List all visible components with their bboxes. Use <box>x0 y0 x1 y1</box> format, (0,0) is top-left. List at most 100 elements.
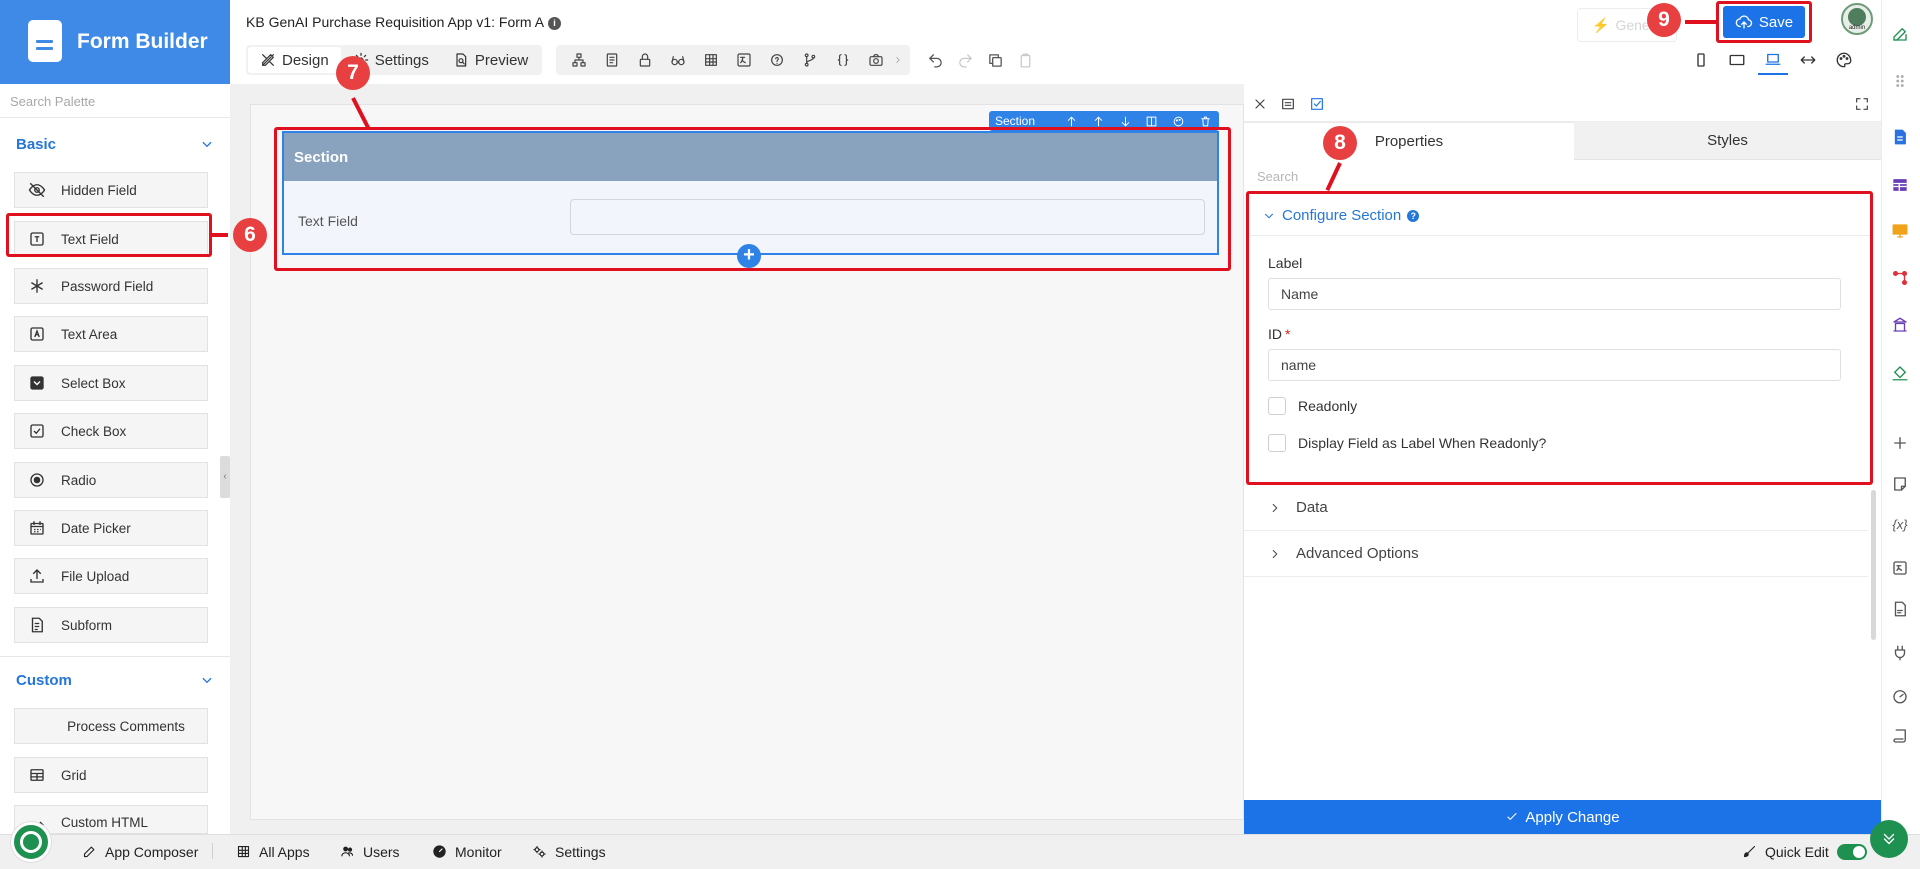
palette-item-text-area[interactable]: Text Area <box>14 316 208 352</box>
category-basic[interactable]: Basic <box>0 126 230 162</box>
palette-item-label: Radio <box>61 472 97 488</box>
tree-button[interactable] <box>562 45 595 75</box>
toolbar-more[interactable] <box>892 45 904 75</box>
scroll-down-button[interactable] <box>1870 820 1908 858</box>
arrow-up-icon <box>1067 116 1076 126</box>
palette-search-input[interactable]: Search Palette <box>0 84 230 118</box>
tab-styles[interactable]: Styles <box>1574 122 1881 160</box>
palette-item-password-field[interactable]: Password Field <box>14 268 208 304</box>
bottom-settings[interactable]: Settings <box>532 834 606 869</box>
permission-button[interactable] <box>628 45 661 75</box>
rail-drag-handle[interactable] <box>1887 68 1913 94</box>
paste-button[interactable] <box>1010 45 1040 75</box>
review-button[interactable] <box>661 45 694 75</box>
close-properties-button[interactable] <box>1250 94 1270 114</box>
quick-edit-toggle[interactable]: Quick Edit <box>1742 834 1867 869</box>
tab-design[interactable]: Design <box>248 47 341 73</box>
camera-icon <box>868 54 883 66</box>
palette-item-subform[interactable]: Subform <box>14 607 208 643</box>
laptop-icon <box>1765 53 1781 65</box>
properties-scrollbar[interactable] <box>1871 490 1876 640</box>
palette-item-hidden-field[interactable]: Hidden Field <box>14 172 208 208</box>
theme-button[interactable] <box>1829 45 1859 75</box>
rail-theme-button[interactable] <box>1887 360 1913 386</box>
avatar[interactable]: admin <box>1841 3 1873 35</box>
properties-search-input[interactable]: Search <box>1257 169 1298 184</box>
plug-icon <box>1894 645 1906 661</box>
rail-add-button[interactable] <box>1887 430 1913 456</box>
toggle-switch[interactable] <box>1836 843 1867 860</box>
properties-button[interactable] <box>595 45 628 75</box>
rail-lists-button[interactable] <box>1887 172 1913 198</box>
undo-button[interactable] <box>920 45 950 75</box>
close-icon <box>1255 99 1265 109</box>
data-accordion[interactable]: Data <box>1244 485 1868 531</box>
table-button[interactable] <box>694 45 727 75</box>
palette-item-label: Custom HTML <box>61 815 149 830</box>
tab-preview[interactable]: Preview <box>441 47 540 73</box>
validate-button[interactable] <box>1307 94 1327 114</box>
bottom-item-label: Monitor <box>455 843 502 860</box>
redo-button[interactable] <box>950 45 980 75</box>
accordion-label: Advanced Options <box>1296 545 1419 562</box>
info-icon[interactable]: i <box>548 17 562 30</box>
collapse-sidebar-handle[interactable]: ‹ <box>220 456 230 498</box>
rail-api-button[interactable] <box>1887 312 1913 338</box>
translate-button[interactable] <box>727 45 760 75</box>
rail-edit-button[interactable] <box>1887 21 1913 47</box>
file-icon <box>1894 601 1906 617</box>
device-mobile-button[interactable] <box>1686 45 1716 75</box>
avatar-label: admin <box>1848 25 1866 31</box>
apply-change-button[interactable]: Apply Change <box>1244 800 1881 834</box>
highlight-configure-section <box>1246 191 1873 485</box>
advanced-options-accordion[interactable]: Advanced Options <box>1244 531 1868 577</box>
field-settings-button[interactable] <box>1278 94 1298 114</box>
palette-item-select-box[interactable]: Select Box <box>14 365 208 401</box>
palette-item-radio[interactable]: Radio <box>14 462 208 498</box>
asterisk-icon <box>27 276 47 296</box>
bottom-monitor[interactable]: Monitor <box>432 834 502 869</box>
field-icon <box>1282 98 1294 110</box>
screenshot-button[interactable] <box>859 45 892 75</box>
rail-process-button[interactable] <box>1887 265 1913 291</box>
highlight-save-button <box>1716 1 1812 43</box>
rail-forms-button[interactable] <box>1887 124 1913 150</box>
palette-item-check-box[interactable]: Check Box <box>14 413 208 449</box>
full-width-button[interactable] <box>1793 45 1823 75</box>
bottom-app-composer[interactable]: App Composer <box>82 834 198 869</box>
app-logo[interactable] <box>11 822 51 862</box>
mobile-icon <box>1697 53 1705 67</box>
palette-item-file-upload[interactable]: File Upload <box>14 558 208 594</box>
bottom-users[interactable]: Users <box>340 834 400 869</box>
rail-plugin-button[interactable] <box>1887 640 1913 666</box>
json-button[interactable] <box>826 45 859 75</box>
monitor-icon <box>1892 224 1908 238</box>
rail-file-button[interactable] <box>1887 596 1913 622</box>
expand-panel-button[interactable] <box>1852 94 1872 114</box>
rail-logs-button[interactable] <box>1887 723 1913 749</box>
palette-item-date-picker[interactable]: Date Picker <box>14 510 208 546</box>
device-laptop-button[interactable] <box>1758 45 1788 75</box>
tab-properties[interactable]: Properties <box>1244 122 1574 160</box>
variable-icon[interactable]: {x} <box>1887 511 1913 537</box>
palette-item-process-comments[interactable]: Process Comments <box>14 708 208 744</box>
rail-notes-button[interactable] <box>1887 471 1913 497</box>
gauge-icon <box>433 845 446 858</box>
form-icon <box>1894 129 1906 145</box>
checkbox-checked-icon <box>1311 98 1323 110</box>
branch-button[interactable] <box>793 45 826 75</box>
rail-userview-button[interactable] <box>1887 218 1913 244</box>
palette-item-grid[interactable]: Grid <box>14 757 208 793</box>
copy-button[interactable] <box>980 45 1010 75</box>
checkbox-icon <box>27 421 47 441</box>
highlight-section <box>274 127 1231 271</box>
chevron-right-icon <box>896 57 900 63</box>
help-button[interactable] <box>760 45 793 75</box>
bottom-all-apps[interactable]: All Apps <box>236 834 310 869</box>
rail-i18n-button[interactable] <box>1887 555 1913 581</box>
rail-performance-button[interactable] <box>1887 683 1913 709</box>
category-custom[interactable]: Custom <box>0 662 230 698</box>
annotation-badge-6: 6 <box>233 218 267 252</box>
device-tablet-button[interactable] <box>1722 45 1752 75</box>
palette-item-label: Password Field <box>61 278 154 294</box>
